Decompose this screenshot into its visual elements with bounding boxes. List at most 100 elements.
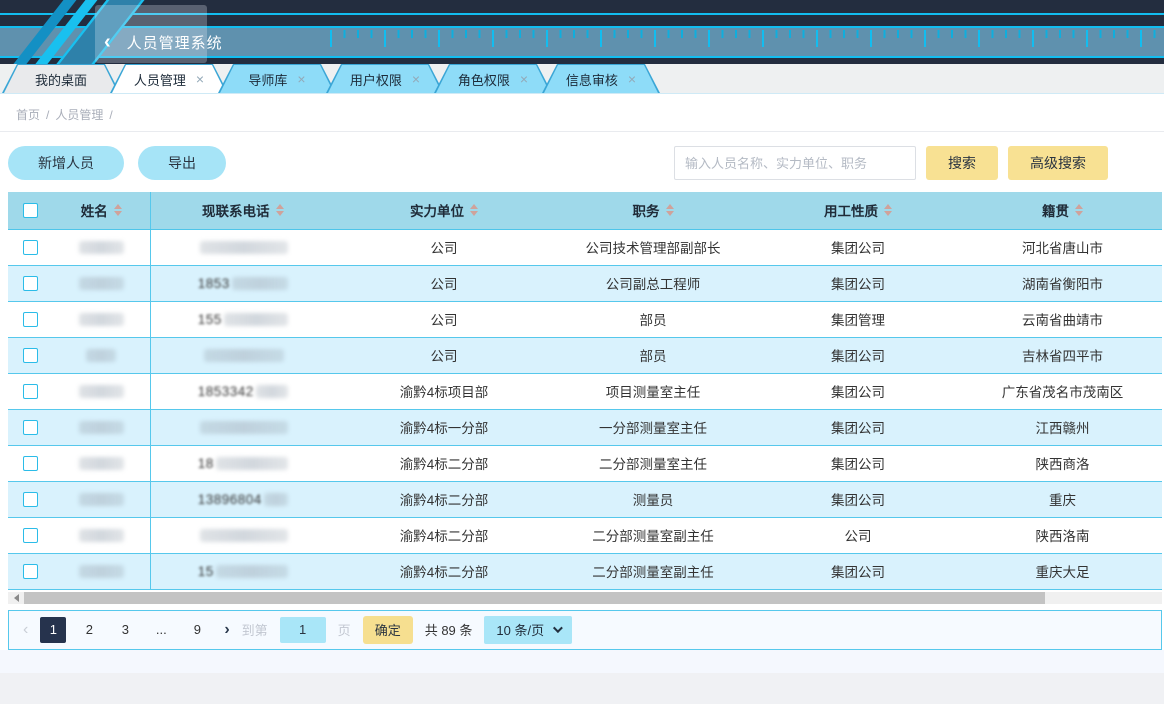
cell-origin: 重庆 [963, 481, 1162, 517]
column-header[interactable]: 职务 [553, 192, 753, 229]
tab-人员管理[interactable]: 人员管理 × [110, 64, 228, 93]
page-size-select[interactable]: 10 条/页 [484, 616, 572, 644]
page-number-list: 123... 9 [40, 617, 210, 643]
app-title: 人员管理系统 [127, 32, 223, 53]
search-button[interactable]: 搜索 [926, 146, 998, 180]
cell-nature: 集团公司 [753, 409, 963, 445]
redacted-phone [204, 349, 284, 362]
ruler-ticks-decoration [330, 30, 1164, 48]
redacted-phone [232, 277, 288, 290]
column-header[interactable]: 用工性质 [753, 192, 963, 229]
tab-信息审核[interactable]: 信息审核 × [542, 64, 660, 93]
column-header[interactable]: 实力单位 [335, 192, 553, 229]
cell-unit: 渝黔4标二分部 [335, 481, 553, 517]
page-ellipsis: ... [148, 617, 174, 643]
sort-icon[interactable] [114, 204, 122, 216]
tab-导师库[interactable]: 导师库 × [218, 64, 336, 93]
cell-origin: 云南省曲靖市 [963, 301, 1162, 337]
next-page-icon[interactable]: › [224, 621, 229, 639]
select-all-checkbox[interactable] [23, 203, 38, 218]
row-checkbox[interactable] [23, 456, 38, 471]
scroll-left-button[interactable] [8, 592, 24, 604]
row-checkbox[interactable] [23, 528, 38, 543]
sort-icon[interactable] [884, 204, 892, 216]
table-row[interactable]: 公司 公司技术管理部副部长 集团公司 河北省唐山市 [8, 229, 1162, 265]
column-label: 籍贯 [1042, 200, 1069, 220]
scroll-left-arrow-icon [14, 594, 19, 602]
redacted-name [86, 349, 116, 362]
redacted-name [79, 385, 124, 398]
advanced-search-button[interactable]: 高级搜索 [1008, 146, 1108, 180]
tab-close-icon[interactable]: × [520, 72, 528, 86]
cell-phone [150, 517, 335, 553]
scrollbar-thumb[interactable] [24, 592, 1045, 604]
prev-page-icon[interactable]: ‹ [23, 621, 28, 639]
breadcrumb-item[interactable]: 人员管理 [55, 108, 103, 122]
row-checkbox[interactable] [23, 348, 38, 363]
redacted-name [79, 565, 124, 578]
tab-close-icon[interactable]: × [412, 72, 420, 86]
breadcrumb-separator: / [109, 108, 112, 122]
row-checkbox[interactable] [23, 420, 38, 435]
row-checkbox[interactable] [23, 492, 38, 507]
footer-strip [0, 650, 1164, 673]
table-row[interactable]: 渝黔4标二分部 二分部测量室副主任 公司 陕西洛南 [8, 517, 1162, 553]
sort-icon[interactable] [276, 204, 284, 216]
row-checkbox[interactable] [23, 276, 38, 291]
page-number-button[interactable]: 2 [76, 617, 102, 643]
tab-我的桌面[interactable]: 我的桌面 [2, 64, 120, 93]
goto-label: 到第 [242, 620, 268, 639]
sort-icon[interactable] [470, 204, 478, 216]
tab-close-icon[interactable]: × [196, 72, 204, 86]
back-chevron-icon[interactable]: ‹ [104, 32, 111, 52]
cell-unit: 公司 [335, 337, 553, 373]
row-checkbox[interactable] [23, 240, 38, 255]
redacted-name [79, 457, 124, 470]
column-header[interactable]: 姓名 [53, 192, 150, 229]
tab-label: 信息审核 [566, 70, 618, 89]
table-row[interactable]: 1853342 渝黔4标项目部 项目测量室主任 集团公司 广东省茂名市茂南区 [8, 373, 1162, 409]
sort-icon[interactable] [666, 204, 674, 216]
cell-origin: 湖南省衡阳市 [963, 265, 1162, 301]
tab-close-icon[interactable]: × [297, 72, 305, 86]
breadcrumb: 首页/人员管理/ [0, 94, 1164, 132]
search-input[interactable] [674, 146, 916, 180]
confirm-button[interactable]: 确定 [363, 616, 413, 644]
row-checkbox[interactable] [23, 312, 38, 327]
table-row[interactable]: 渝黔4标一分部 一分部测量室主任 集团公司 江西赣州 [8, 409, 1162, 445]
row-checkbox[interactable] [23, 564, 38, 579]
cell-duty: 二分部测量室副主任 [553, 553, 753, 589]
table-row[interactable]: 1853 公司 公司副总工程师 集团公司 湖南省衡阳市 [8, 265, 1162, 301]
page-number-button[interactable]: 9 [184, 617, 210, 643]
column-header[interactable]: 现联系电话 [150, 192, 335, 229]
tab-角色权限[interactable]: 角色权限 × [434, 64, 552, 93]
tab-用户权限[interactable]: 用户权限 × [326, 64, 444, 93]
page-unit-label: 页 [338, 620, 351, 639]
table-row[interactable]: 18 渝黔4标二分部 二分部测量室主任 集团公司 陕西商洛 [8, 445, 1162, 481]
sort-icon[interactable] [1075, 204, 1083, 216]
table-row[interactable]: 13896804 渝黔4标二分部 测量员 集团公司 重庆 [8, 481, 1162, 517]
tab-close-icon[interactable]: × [628, 72, 636, 86]
cell-phone: 1853 [150, 265, 335, 301]
scrollbar-track[interactable] [1045, 592, 1162, 604]
cell-nature: 集团管理 [753, 301, 963, 337]
redacted-phone [216, 457, 288, 470]
cell-phone: 15 [150, 553, 335, 589]
toolbar: 新增人员 导出 搜索 高级搜索 [8, 132, 1162, 192]
horizontal-scrollbar[interactable] [8, 592, 1162, 604]
cell-phone: 13896804 [150, 481, 335, 517]
breadcrumb-item[interactable]: 首页 [16, 108, 40, 122]
add-person-button[interactable]: 新增人员 [8, 146, 124, 180]
table-row[interactable]: 155 公司 部员 集团管理 云南省曲靖市 [8, 301, 1162, 337]
cell-duty: 项目测量室主任 [553, 373, 753, 409]
page-number-button[interactable]: 1 [40, 617, 66, 643]
page-number-button[interactable]: 3 [112, 617, 138, 643]
export-button[interactable]: 导出 [138, 146, 226, 180]
column-header[interactable]: 籍贯 [963, 192, 1162, 229]
table-row[interactable]: 公司 部员 集团公司 吉林省四平市 [8, 337, 1162, 373]
table-row[interactable]: 15 渝黔4标二分部 二分部测量室副主任 集团公司 重庆大足 [8, 553, 1162, 589]
goto-page-input[interactable] [280, 617, 326, 643]
cell-nature: 集团公司 [753, 553, 963, 589]
cell-unit: 公司 [335, 229, 553, 265]
row-checkbox[interactable] [23, 384, 38, 399]
